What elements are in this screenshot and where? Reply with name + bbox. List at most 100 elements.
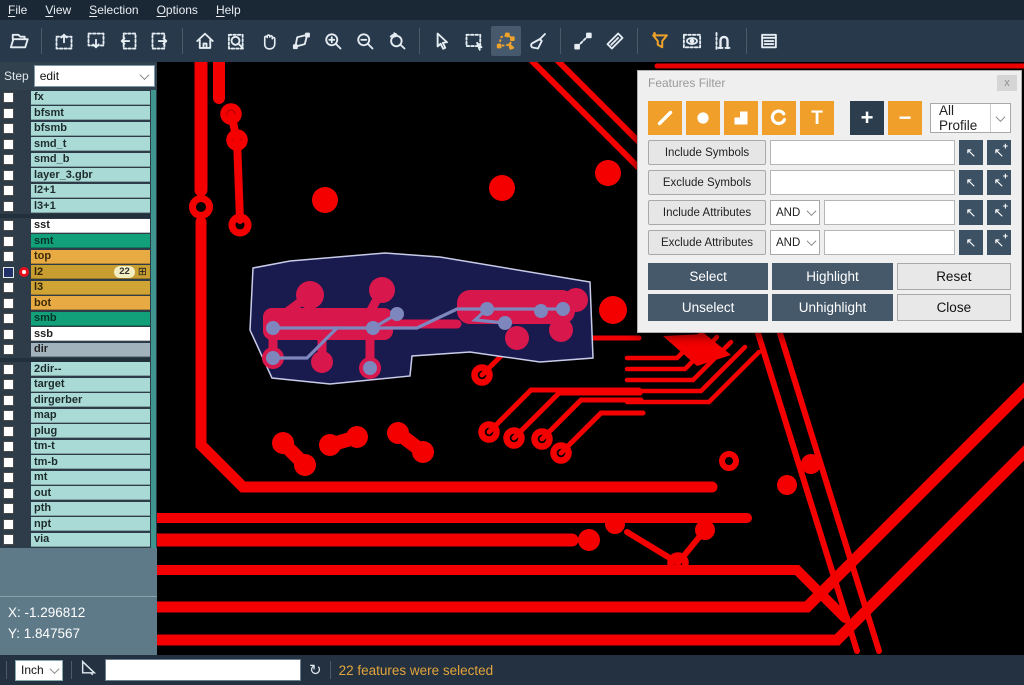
layer-checkbox[interactable]	[3, 236, 14, 247]
copy-to-bottom-icon[interactable]	[81, 26, 111, 56]
arc-feature-icon[interactable]	[762, 101, 796, 135]
layer-row-bot[interactable]: bot	[0, 296, 150, 312]
layer-checkbox-cell[interactable]	[0, 108, 17, 119]
layer-checkbox-cell[interactable]	[0, 410, 17, 421]
layer-band[interactable]: tm-b	[31, 455, 150, 469]
include-symbols-pick-button[interactable]: ↖	[959, 140, 983, 165]
layer-row-plug[interactable]: plug	[0, 424, 150, 440]
zoom-area-icon[interactable]	[222, 26, 252, 56]
close-icon[interactable]: x	[997, 75, 1017, 91]
layer-row-bfsmt[interactable]: bfsmt	[0, 106, 150, 122]
home-view-icon[interactable]	[190, 26, 220, 56]
include-attributes-input[interactable]	[824, 200, 955, 225]
layer-checkbox-cell[interactable]	[0, 185, 17, 196]
layer-row-smb[interactable]: smb	[0, 311, 150, 327]
layer-band[interactable]: plug	[31, 424, 150, 438]
rectangle-select-icon[interactable]	[459, 26, 489, 56]
select-arrow-icon[interactable]	[427, 26, 457, 56]
layer-checkbox[interactable]	[3, 534, 14, 545]
layer-checkbox-cell[interactable]	[0, 267, 17, 278]
layers-panel-icon[interactable]	[754, 26, 784, 56]
unit-select[interactable]: Inch	[15, 660, 63, 681]
menu-item-options[interactable]: Options	[157, 3, 198, 17]
layer-checkbox[interactable]	[3, 108, 14, 119]
zoom-previous-icon[interactable]	[382, 26, 412, 56]
include-attributes-pick-add-button[interactable]: ↖+	[987, 200, 1011, 225]
layer-checkbox-cell[interactable]	[0, 298, 17, 309]
layer-checkbox-cell[interactable]	[0, 220, 17, 231]
zoom-polygon-icon[interactable]	[286, 26, 316, 56]
command-input[interactable]	[105, 659, 301, 681]
pad-feature-icon[interactable]	[686, 101, 720, 135]
pan-icon[interactable]	[254, 26, 284, 56]
include-symbols-pick-add-button[interactable]: ↖+	[987, 140, 1011, 165]
layer-band[interactable]: target	[31, 378, 150, 392]
layer-checkbox-cell[interactable]	[0, 236, 17, 247]
layer-checkbox-cell[interactable]	[0, 488, 17, 499]
layer-band[interactable]: smd_t	[31, 137, 150, 151]
layer-band[interactable]: smb	[31, 312, 150, 326]
layer-checkbox[interactable]	[3, 313, 14, 324]
layer-band[interactable]: smt	[31, 234, 150, 248]
layer-band[interactable]: ssb	[31, 327, 150, 341]
exclude-attributes-logic-select[interactable]: AND	[770, 230, 820, 255]
layer-band[interactable]: bfsmt	[31, 106, 150, 120]
layer-checkbox-cell[interactable]	[0, 472, 17, 483]
layer-checkbox-cell[interactable]	[0, 282, 17, 293]
unselect-button[interactable]: Unselect	[648, 294, 768, 321]
layer-checkbox[interactable]	[3, 410, 14, 421]
layer-checkbox-cell[interactable]	[0, 364, 17, 375]
copy-to-right-icon[interactable]	[145, 26, 175, 56]
layer-checkbox[interactable]	[3, 344, 14, 355]
snap-icon[interactable]	[709, 26, 739, 56]
layer-band[interactable]: 2dir--	[31, 362, 150, 376]
layer-row-mt[interactable]: mt	[0, 470, 150, 486]
exclude-attributes-pick-button[interactable]: ↖	[959, 230, 983, 255]
exclude-attributes-input[interactable]	[824, 230, 955, 255]
polygon-select-icon[interactable]	[491, 26, 521, 56]
layer-checkbox[interactable]	[3, 185, 14, 196]
line-feature-icon[interactable]	[648, 101, 682, 135]
layer-checkbox[interactable]	[3, 519, 14, 530]
ruler-icon[interactable]	[600, 26, 630, 56]
layer-checkbox-cell[interactable]	[0, 519, 17, 530]
layer-checkbox-cell[interactable]	[0, 379, 17, 390]
layer-row-fx[interactable]: fx	[0, 90, 150, 106]
layer-band[interactable]: pth	[31, 502, 150, 516]
layer-checkbox-cell[interactable]	[0, 92, 17, 103]
layer-checkbox[interactable]	[3, 379, 14, 390]
layer-row-l3+1[interactable]: l3+1	[0, 199, 150, 215]
layer-checkbox-cell[interactable]	[0, 201, 17, 212]
exclude-attributes-pick-add-button[interactable]: ↖+	[987, 230, 1011, 255]
dialog-title-bar[interactable]: Features Filter x	[638, 71, 1021, 94]
layer-band[interactable]: tm-t	[31, 440, 150, 454]
layer-row-via[interactable]: via	[0, 532, 150, 548]
add-filter-button[interactable]: +	[850, 101, 884, 135]
layer-checkbox[interactable]	[3, 364, 14, 375]
layer-checkbox-cell[interactable]	[0, 139, 17, 150]
layer-checkbox[interactable]	[3, 154, 14, 165]
layer-checkbox[interactable]	[3, 503, 14, 514]
layer-checkbox[interactable]	[3, 329, 14, 340]
layer-checkbox-cell[interactable]	[0, 329, 17, 340]
include-symbols-button[interactable]: Include Symbols	[648, 140, 766, 165]
close-button[interactable]: Close	[897, 294, 1011, 321]
layer-row-bfsmb[interactable]: bfsmb	[0, 121, 150, 137]
layer-row-smd_b[interactable]: smd_b	[0, 152, 150, 168]
layer-band[interactable]: bfsmb	[31, 122, 150, 136]
layer-checkbox[interactable]	[3, 170, 14, 181]
profile-select[interactable]: All Profile	[930, 103, 1011, 133]
layer-checkbox-cell[interactable]	[0, 503, 17, 514]
step-select[interactable]: edit	[34, 65, 155, 87]
zoom-in-icon[interactable]	[318, 26, 348, 56]
unhighlight-button[interactable]: Unhighlight	[772, 294, 892, 321]
exclude-symbols-pick-button[interactable]: ↖	[959, 170, 983, 195]
layer-band[interactable]: out	[31, 486, 150, 500]
layer-row-smt[interactable]: smt	[0, 234, 150, 250]
layer-row-pth[interactable]: pth	[0, 501, 150, 517]
layer-band[interactable]: l3	[31, 281, 150, 295]
menu-item-view[interactable]: View	[45, 3, 71, 17]
layer-row-out[interactable]: out	[0, 486, 150, 502]
layer-checkbox[interactable]	[3, 426, 14, 437]
exclude-symbols-pick-add-button[interactable]: ↖+	[987, 170, 1011, 195]
